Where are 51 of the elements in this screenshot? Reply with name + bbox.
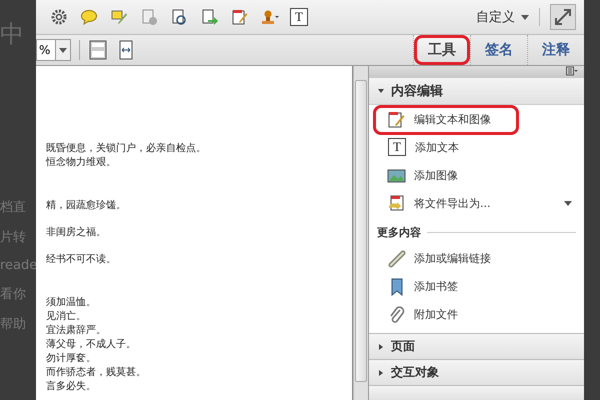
expand-arrow-icon[interactable] <box>377 368 385 376</box>
expand-icon[interactable] <box>550 4 576 30</box>
document-text: 见消亡。 <box>45 310 87 324</box>
customize-dropdown[interactable]: 自定义 <box>466 8 540 26</box>
document-text: 非闺房之福。 <box>45 226 107 240</box>
stamp-icon[interactable] <box>260 8 280 26</box>
menu-icon[interactable] <box>566 66 578 76</box>
tool-item[interactable]: 附加文件 <box>414 306 458 322</box>
background-text: reade <box>0 258 36 273</box>
tab[interactable]: 工具 <box>413 35 470 65</box>
subsection-title: 更多内容 <box>377 225 421 240</box>
tool-item[interactable]: 添加或编辑链接 <box>414 250 491 266</box>
background-text: 帮助 <box>0 316 27 333</box>
zoom-field[interactable]: % <box>36 39 71 61</box>
pdf-edit-icon[interactable] <box>230 8 250 26</box>
background-text: 看你 <box>0 286 27 303</box>
collapse-arrow-icon[interactable] <box>377 87 385 95</box>
sign-icon[interactable] <box>110 8 130 26</box>
expand-arrow-icon[interactable] <box>377 342 385 350</box>
document-text: 经书不可不读。 <box>45 253 117 267</box>
document-text: 既昏便息，关锁门户，必亲自检点。 <box>45 142 207 156</box>
document-text: 精，园蔬愈珍馐。 <box>45 199 127 213</box>
document-text: 而作骄态者，贱莫甚。 <box>45 366 147 380</box>
section-title[interactable]: 内容编辑 <box>391 82 443 100</box>
text-box-icon[interactable]: T <box>388 138 406 156</box>
scrollbar[interactable] <box>353 66 368 400</box>
background-text: 片转 <box>0 229 27 246</box>
document-text: 勿计厚奁。 <box>45 352 97 366</box>
document-text: 须加温恤。 <box>45 296 97 310</box>
tool-item[interactable]: 添加书签 <box>414 278 458 294</box>
tool-item[interactable]: 将文件导出为... <box>414 196 490 210</box>
document-text: 宜法肃辞严。 <box>45 324 107 338</box>
comment-icon[interactable] <box>80 8 100 26</box>
tool-item[interactable]: 添加文本 <box>415 140 459 154</box>
caret-icon <box>521 14 529 20</box>
document-text: 薄父母，不成人子。 <box>45 338 137 352</box>
document-text: 言多必失。 <box>45 380 97 394</box>
document-text: 恒念物力维艰。 <box>44 156 117 170</box>
section-title[interactable]: 页面 <box>391 338 415 355</box>
section-title[interactable]: 交互对象 <box>391 364 439 381</box>
edit-document-icon[interactable] <box>387 110 406 128</box>
text-tool-icon[interactable]: T <box>290 8 308 26</box>
caret-icon[interactable] <box>564 200 572 206</box>
document-export-icon[interactable] <box>200 8 220 26</box>
background-text: 档直 <box>0 199 27 216</box>
tab[interactable]: 签名 <box>470 35 527 65</box>
tool-item[interactable]: 添加图像 <box>414 168 458 182</box>
export-document-icon[interactable] <box>387 194 406 212</box>
fit-page-icon[interactable] <box>88 40 108 60</box>
tool-item[interactable]: 编辑文本和图像 <box>414 112 491 126</box>
caret-icon <box>59 48 67 52</box>
